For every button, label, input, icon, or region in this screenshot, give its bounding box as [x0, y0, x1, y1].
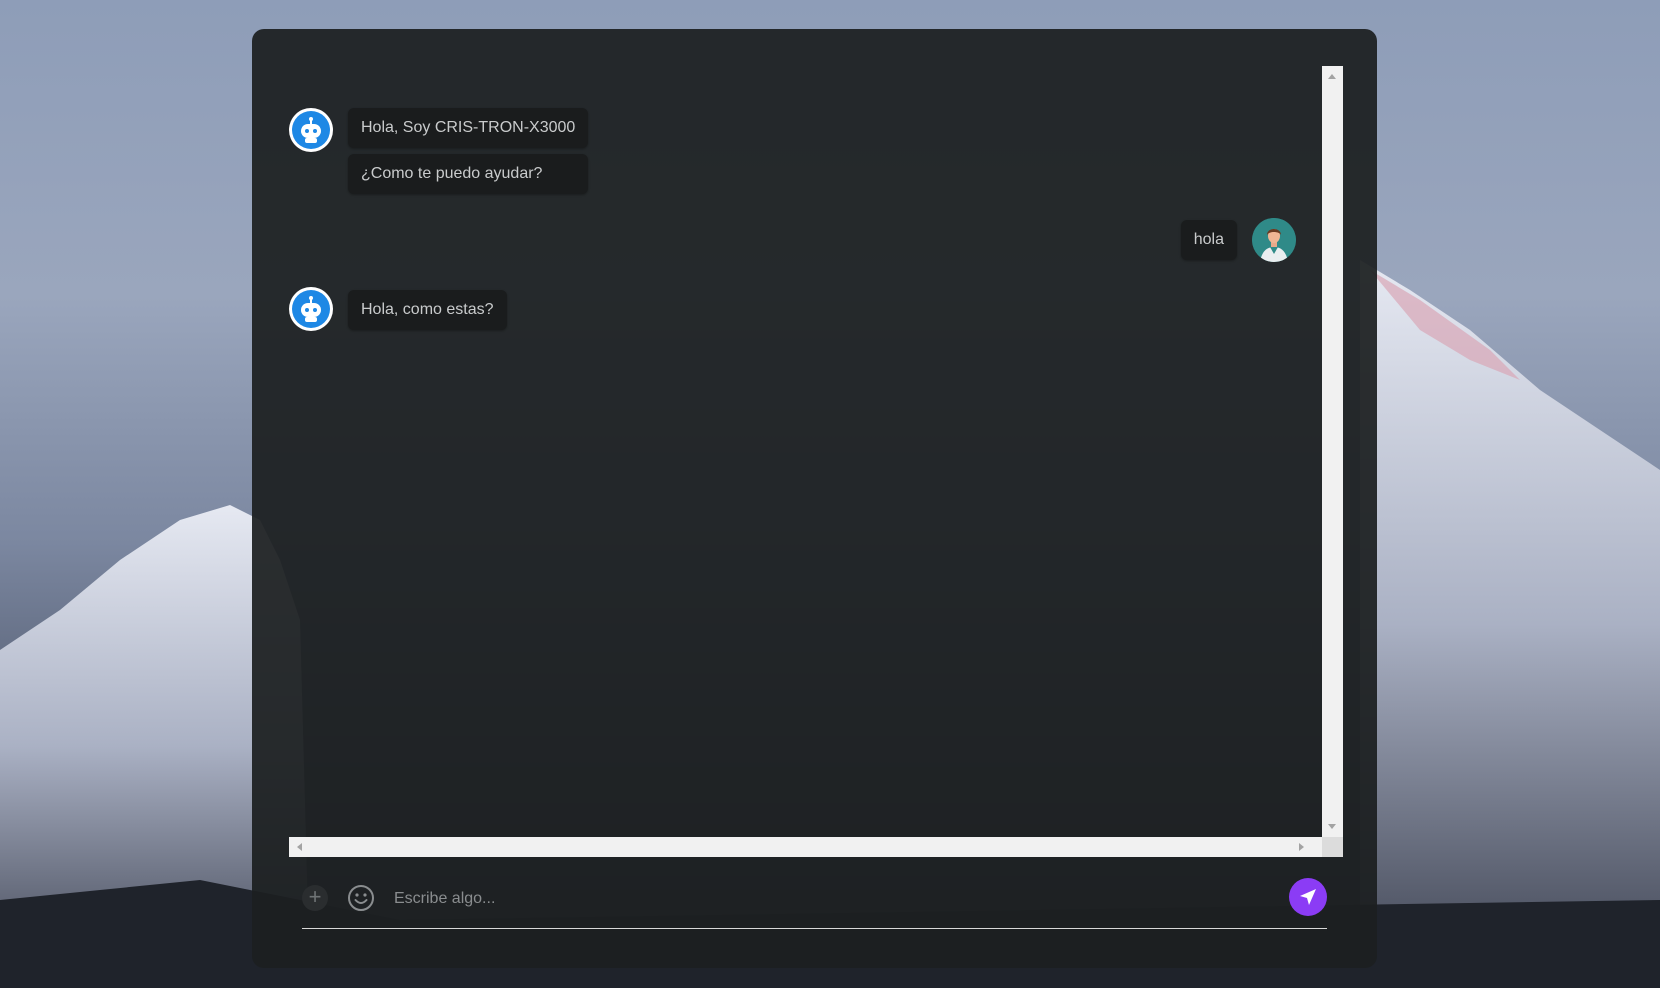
- user-message-group: hola: [1180, 218, 1296, 262]
- robot-icon: [292, 111, 330, 149]
- robot-icon: [292, 290, 330, 328]
- message-composer: +: [302, 872, 1327, 929]
- chat-panel: Hola, Soy CRIS-TRON-X3000 ¿Como te puedo…: [252, 29, 1377, 968]
- user-icon: [1252, 218, 1296, 262]
- scroll-left-icon[interactable]: [297, 843, 302, 851]
- send-icon: [1300, 889, 1316, 905]
- bot-message-group: Hola, como estas?: [289, 287, 507, 331]
- scroll-up-icon[interactable]: [1328, 74, 1336, 79]
- scroll-down-icon[interactable]: [1328, 824, 1336, 829]
- bot-message-bubble: Hola, como estas?: [348, 290, 507, 330]
- message-input[interactable]: [392, 882, 1256, 916]
- smiley-icon[interactable]: [347, 884, 375, 912]
- scrollbar-corner: [1322, 837, 1343, 857]
- send-button[interactable]: [1289, 878, 1327, 916]
- bot-message-bubble: Hola, Soy CRIS-TRON-X3000: [348, 108, 589, 148]
- user-message-bubble: hola: [1180, 220, 1237, 260]
- bot-message-bubble: ¿Como te puedo ayudar?: [348, 154, 589, 194]
- horizontal-scrollbar[interactable]: [289, 837, 1343, 857]
- user-avatar: [1252, 218, 1296, 262]
- scroll-right-icon[interactable]: [1299, 843, 1304, 851]
- vertical-scrollbar[interactable]: [1322, 66, 1343, 837]
- bot-avatar: [289, 287, 333, 331]
- bot-message-group: Hola, Soy CRIS-TRON-X3000 ¿Como te puedo…: [289, 108, 589, 194]
- message-list[interactable]: Hola, Soy CRIS-TRON-X3000 ¿Como te puedo…: [289, 66, 1322, 837]
- plus-icon[interactable]: +: [302, 885, 328, 911]
- bot-avatar: [289, 108, 333, 152]
